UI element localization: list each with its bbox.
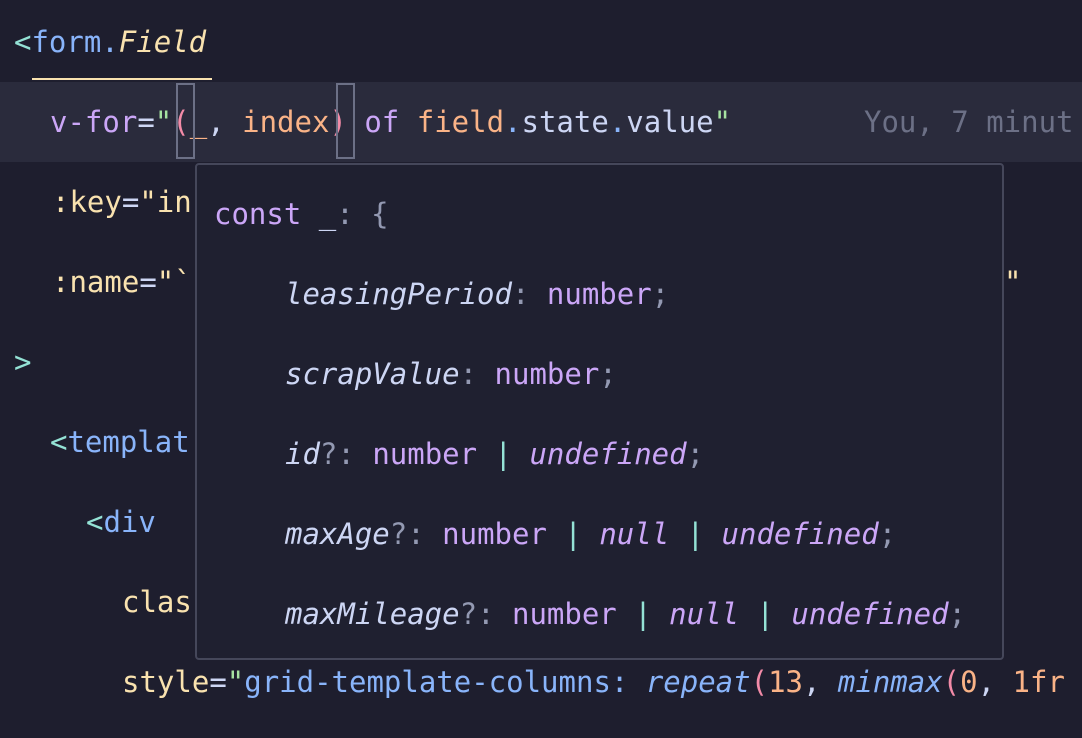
- directive-name: v-for: [50, 105, 138, 139]
- code-editor[interactable]: <form.Field v-for="(_, index) of field.s…: [0, 0, 1082, 738]
- colon: :: [336, 197, 372, 231]
- prop-name: scrapValue: [285, 357, 460, 391]
- type-undefined: undefined: [721, 517, 879, 551]
- prop-state[interactable]: state: [522, 105, 609, 139]
- prop-name: leasingPeriod: [285, 277, 512, 311]
- quote-open: ": [226, 665, 245, 699]
- loop-var-index[interactable]: index: [242, 105, 329, 139]
- dot: .: [504, 105, 522, 139]
- tag-open-bracket: <: [86, 505, 104, 539]
- type-undefined: undefined: [529, 437, 687, 471]
- type-number: number: [512, 597, 617, 631]
- attr-key: key: [69, 185, 122, 219]
- union-bar: |: [669, 517, 722, 551]
- semicolon: ;: [878, 517, 897, 551]
- semicolon: ;: [599, 357, 617, 391]
- quote-open: ": [154, 105, 173, 139]
- reference-underline: [32, 78, 212, 80]
- tag-close-bracket: >: [14, 345, 32, 379]
- comma: ,: [977, 665, 1013, 699]
- number-1fr: 1fr: [1012, 665, 1065, 699]
- type-null: null: [599, 517, 670, 551]
- field-var[interactable]: field: [417, 105, 504, 139]
- css-fn-minmax: minmax: [837, 665, 943, 699]
- css-fn-repeat: repeat: [645, 665, 751, 699]
- colon: :: [477, 597, 512, 631]
- prop-name: maxAge: [285, 517, 390, 551]
- paren-open: (: [942, 665, 961, 699]
- of-keyword: of: [346, 105, 417, 139]
- tag-name: form.: [31, 25, 119, 59]
- brace-open: {: [371, 197, 389, 231]
- semicolon: ;: [686, 437, 705, 471]
- type-null: null: [669, 597, 739, 631]
- bracket-match-highlight-close: [336, 83, 355, 159]
- colon: :: [337, 437, 373, 471]
- union-bar: |: [739, 597, 792, 631]
- paren-open: (: [750, 665, 769, 699]
- equals-sign: =: [139, 265, 157, 299]
- union-bar: |: [546, 517, 600, 551]
- hover-prop-line: scrapValue: number;: [197, 334, 1002, 414]
- component-name: Field: [118, 25, 207, 59]
- tag-open-bracket: <: [14, 25, 32, 59]
- optional-mark: ?: [459, 597, 478, 631]
- prop-name: maxMileage: [285, 597, 460, 631]
- colon: :: [459, 357, 495, 391]
- tag-div: div: [103, 505, 156, 539]
- equals-sign: =: [209, 665, 227, 699]
- hover-prop-line: maxAge?: number | null | undefined;: [197, 494, 1002, 574]
- bind-prefix: :: [52, 185, 70, 219]
- semicolon: ;: [948, 597, 966, 631]
- optional-mark: ?: [319, 437, 338, 471]
- git-blame-annotation: You, 7 minut: [864, 105, 1074, 139]
- identifier: _: [301, 197, 337, 231]
- colon: :: [511, 277, 547, 311]
- css-property: grid-template-columns:: [244, 665, 646, 699]
- attr-style: style: [122, 665, 210, 699]
- type-number: number: [372, 437, 478, 471]
- colon: :: [407, 517, 443, 551]
- equals-sign: =: [137, 105, 155, 139]
- bind-prefix: :: [52, 265, 70, 299]
- bracket-match-highlight-open: [176, 83, 195, 159]
- number-0: 0: [960, 665, 978, 699]
- type-number: number: [494, 357, 600, 391]
- hover-prop-line: id?: number | undefined;: [197, 414, 1002, 494]
- quote-close: ": [713, 105, 732, 139]
- hover-prop-line: maxMileage?: number | null | undefined;: [197, 574, 1002, 654]
- attr-value: "`: [156, 265, 192, 299]
- attr-name: name: [69, 265, 140, 299]
- code-line-1[interactable]: <form.Field: [0, 2, 1082, 82]
- hover-header: const _: {: [197, 174, 1002, 254]
- attr-class: clas: [122, 585, 192, 619]
- type-undefined: undefined: [791, 597, 949, 631]
- tag-template: templat: [67, 425, 190, 459]
- optional-mark: ?: [389, 517, 408, 551]
- union-bar: |: [616, 597, 670, 631]
- equals-sign: =: [121, 185, 140, 219]
- dot: .: [608, 105, 627, 139]
- code-line-2-active[interactable]: v-for="(_, index) of field.state.value" …: [0, 82, 1082, 162]
- prop-name: id: [285, 437, 320, 471]
- number-13: 13: [768, 665, 803, 699]
- quote-close: ": [1004, 265, 1022, 299]
- semicolon: ;: [651, 277, 670, 311]
- tag-open-bracket: <: [50, 425, 68, 459]
- type-number: number: [546, 277, 652, 311]
- prop-value[interactable]: value: [626, 105, 713, 139]
- union-bar: |: [477, 437, 530, 471]
- type-hover-popup[interactable]: const _: { leasingPeriod: number; scrapV…: [195, 163, 1004, 660]
- comma: ,: [802, 665, 838, 699]
- attr-value: "in: [139, 185, 192, 219]
- type-number: number: [442, 517, 547, 551]
- comma: ,: [207, 105, 243, 139]
- const-keyword: const: [214, 197, 302, 231]
- hover-prop-line: leasingPeriod: number;: [197, 254, 1002, 334]
